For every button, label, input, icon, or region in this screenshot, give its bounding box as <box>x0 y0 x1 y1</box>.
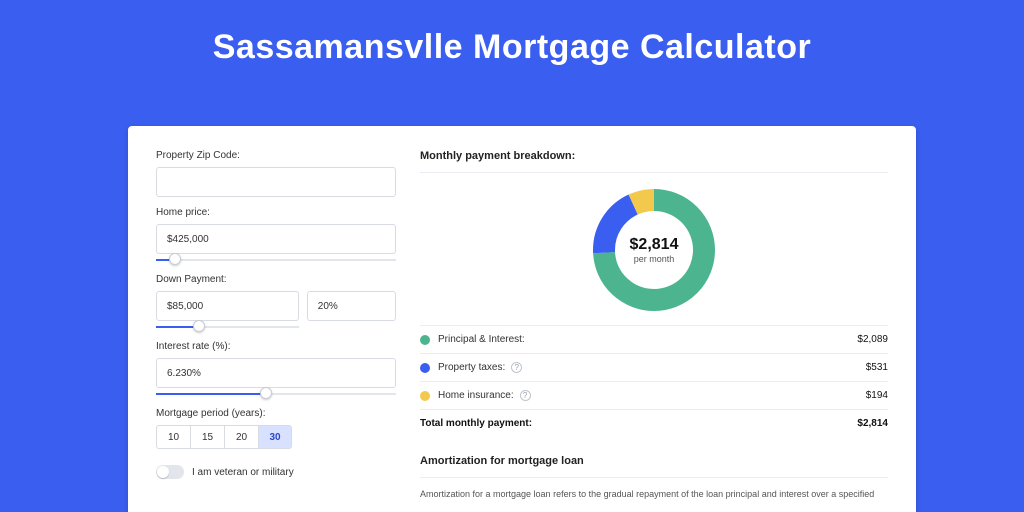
interest-rate-slider[interactable] <box>156 390 396 398</box>
donut-center-sub: per month <box>634 254 675 264</box>
legend-label: Principal & Interest: <box>438 334 525 345</box>
legend-value: $2,089 <box>857 334 888 345</box>
breakdown-title: Monthly payment breakdown: <box>420 150 888 162</box>
legend: Principal & Interest: $2,089 Property taxe… <box>420 325 888 437</box>
period-button-30[interactable]: 30 <box>258 425 292 449</box>
info-icon[interactable]: ? <box>511 362 522 373</box>
total-value: $2,814 <box>857 418 888 429</box>
donut-center-amount: $2,814 <box>630 236 679 254</box>
legend-row: Property taxes:? $531 <box>420 353 888 381</box>
legend-value: $194 <box>866 390 888 401</box>
legend-value: $531 <box>866 362 888 373</box>
home-price-slider[interactable] <box>156 256 396 264</box>
down-payment-slider[interactable] <box>156 323 299 331</box>
period-label: Mortgage period (years): <box>156 408 396 419</box>
home-price-label: Home price: <box>156 207 396 218</box>
period-button-20[interactable]: 20 <box>224 425 258 449</box>
zip-input[interactable] <box>156 167 396 197</box>
veteran-toggle[interactable] <box>156 465 184 479</box>
legend-dot-icon <box>420 335 430 345</box>
inputs-column: Property Zip Code: Home price: Down Paym… <box>156 150 396 512</box>
page-title: Sassamansvlle Mortgage Calculator <box>0 0 1024 67</box>
amortization-text: Amortization for a mortgage loan refers … <box>420 488 888 501</box>
legend-label: Property taxes: <box>438 362 505 373</box>
period-button-group: 10152030 <box>156 425 396 449</box>
donut-chart-wrap: $2,814 per month <box>420 173 888 325</box>
legend-dot-icon <box>420 363 430 373</box>
donut-chart: $2,814 per month <box>589 185 719 315</box>
amortization-title: Amortization for mortgage loan <box>420 455 888 467</box>
breakdown-column: Monthly payment breakdown: $2,814 per mo… <box>420 150 888 512</box>
total-label: Total monthly payment: <box>420 418 532 429</box>
period-button-15[interactable]: 15 <box>190 425 224 449</box>
divider <box>420 477 888 478</box>
calculator-card: Property Zip Code: Home price: Down Paym… <box>128 126 916 512</box>
down-payment-label: Down Payment: <box>156 274 396 285</box>
legend-total-row: Total monthly payment: $2,814 <box>420 409 888 437</box>
period-button-10[interactable]: 10 <box>156 425 190 449</box>
zip-label: Property Zip Code: <box>156 150 396 161</box>
legend-dot-icon <box>420 391 430 401</box>
interest-rate-label: Interest rate (%): <box>156 341 396 352</box>
down-payment-pct-input[interactable] <box>307 291 396 321</box>
veteran-label: I am veteran or military <box>192 467 294 478</box>
down-payment-input[interactable] <box>156 291 299 321</box>
home-price-input[interactable] <box>156 224 396 254</box>
legend-row: Principal & Interest: $2,089 <box>420 325 888 353</box>
info-icon[interactable]: ? <box>520 390 531 401</box>
legend-label: Home insurance: <box>438 390 514 401</box>
legend-row: Home insurance:? $194 <box>420 381 888 409</box>
interest-rate-input[interactable] <box>156 358 396 388</box>
